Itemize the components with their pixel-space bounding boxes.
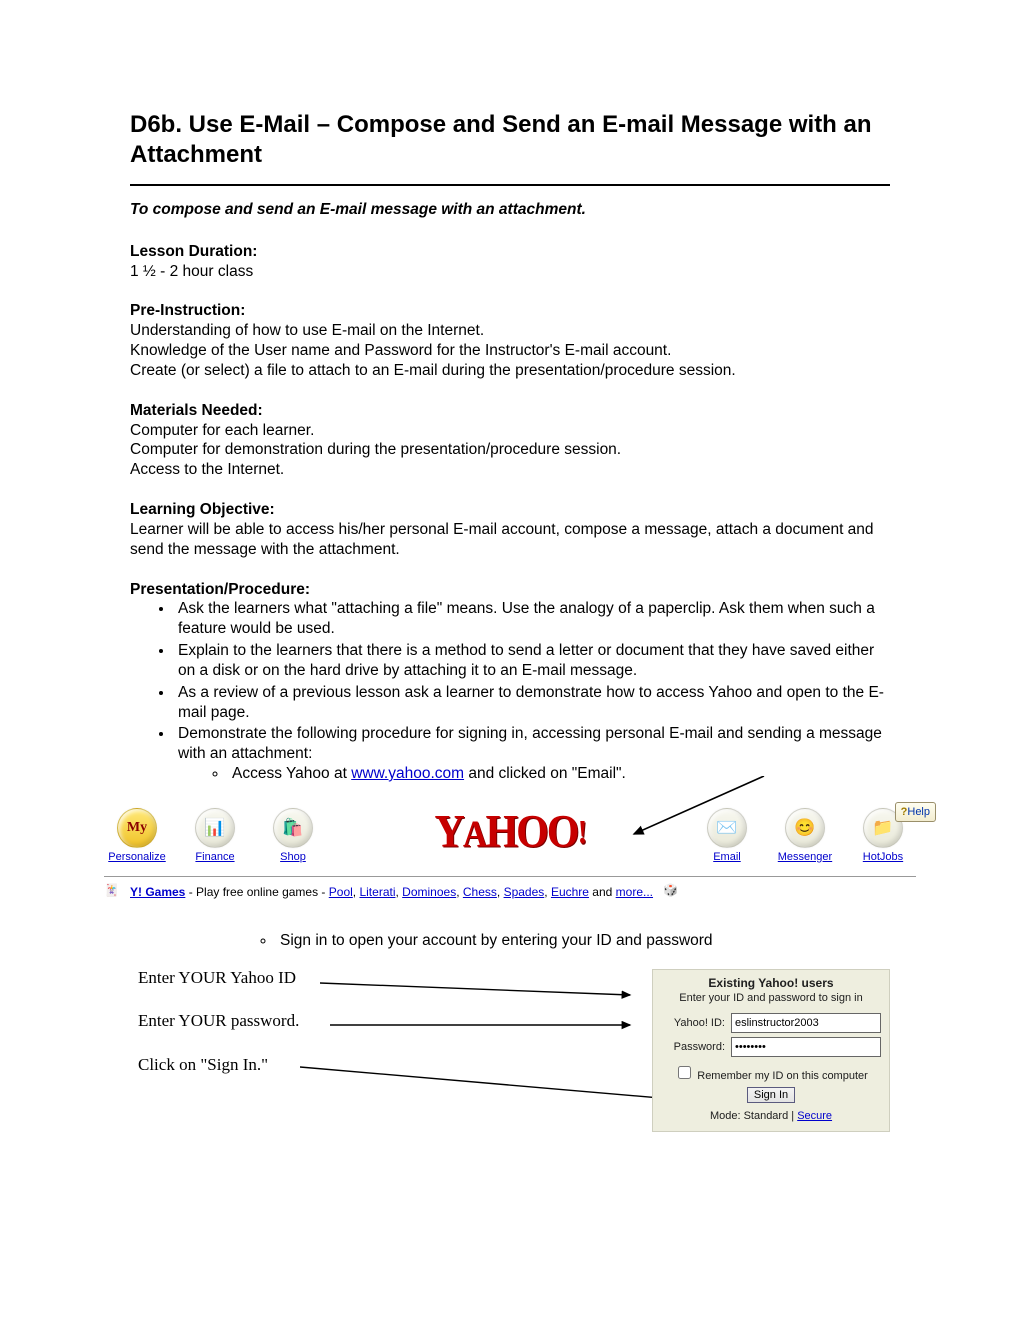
game-link[interactable]: Euchre <box>551 885 589 899</box>
title-rule <box>130 184 890 186</box>
remember-label: Remember my ID on this computer <box>694 1070 868 1082</box>
procedure-item: Demonstrate the following procedure for … <box>174 724 890 783</box>
mode-secure-link[interactable]: Secure <box>797 1110 832 1122</box>
game-link[interactable]: Dominoes <box>402 885 456 899</box>
help-label: Help <box>907 806 930 818</box>
toolbar-label: Personalize <box>108 850 165 864</box>
yahoo-id-input[interactable] <box>731 1013 881 1033</box>
preinstruction-line: Understanding of how to use E-mail on th… <box>130 321 890 341</box>
personalize-icon: My <box>117 808 157 848</box>
procedure-subitem: Access Yahoo at www.yahoo.com and clicke… <box>228 764 890 784</box>
finance-icon: 📊 <box>195 808 235 848</box>
toolbar-item-shop[interactable]: 🛍️ Shop <box>260 808 326 864</box>
toolbar-label: Messenger <box>778 850 832 864</box>
procedure-heading: Presentation/Procedure: <box>130 580 890 600</box>
materials-heading: Materials Needed: <box>130 401 890 421</box>
procedure-item: Explain to the learners that there is a … <box>174 641 890 681</box>
games-trailing-icon: 🎲 <box>663 883 683 903</box>
materials-line: Computer for demonstration during the pr… <box>130 440 890 460</box>
toolbar-label: HotJobs <box>863 850 903 864</box>
procedure-item: As a review of a previous lesson ask a l… <box>174 683 890 723</box>
toolbar-item-finance[interactable]: 📊 Finance <box>182 808 248 864</box>
sub-access-pre: Access Yahoo at <box>232 765 351 782</box>
toolbar-label: Shop <box>280 850 306 864</box>
yahoo-logo: YAHOO! <box>435 805 586 859</box>
materials-line: Access to the Internet. <box>130 460 890 480</box>
game-link[interactable]: Literati <box>359 885 395 899</box>
sub-access-post: and clicked on "Email". <box>464 765 626 782</box>
games-more-link[interactable]: more... <box>616 885 653 899</box>
mode-lead: Mode: Standard | <box>710 1110 797 1122</box>
email-icon: ✉️ <box>707 808 747 848</box>
remember-checkbox[interactable] <box>678 1066 691 1079</box>
yahoo-id-label: Yahoo! ID: <box>661 1016 731 1030</box>
messenger-icon: 😊 <box>785 808 825 848</box>
preinstruction-line: Knowledge of the User name and Password … <box>130 341 890 361</box>
password-label: Password: <box>661 1040 731 1054</box>
game-link[interactable]: Pool <box>329 885 353 899</box>
intro-line: To compose and send an E-mail message wi… <box>130 200 890 220</box>
objective-heading: Learning Objective: <box>130 500 890 520</box>
toolbar-item-email[interactable]: ✉️ Email <box>694 808 760 864</box>
shop-icon: 🛍️ <box>273 808 313 848</box>
page-title: D6b. Use E-Mail – Compose and Send an E-… <box>130 110 890 170</box>
procedure-item-text: Demonstrate the following procedure for … <box>178 725 882 762</box>
game-link[interactable]: Spades <box>504 885 545 899</box>
preinstruction-line: Create (or select) a file to attach to a… <box>130 361 890 381</box>
toolbar-item-messenger[interactable]: 😊 Messenger <box>772 808 838 864</box>
games-mid-text: - Play free online games - <box>185 885 328 899</box>
duration-heading: Lesson Duration: <box>130 242 890 262</box>
games-and-text: and <box>589 885 616 899</box>
signin-panel: Existing Yahoo! users Enter your ID and … <box>652 969 890 1133</box>
toolbar-label: Finance <box>195 850 234 864</box>
duration-value: 1 ½ - 2 hour class <box>130 262 890 282</box>
games-icon: 🃏 <box>104 883 124 903</box>
signin-title: Existing Yahoo! users <box>661 976 881 991</box>
password-input[interactable] <box>731 1037 881 1057</box>
toolbar-item-personalize[interactable]: My Personalize <box>104 808 170 864</box>
procedure-subitem-signin: Sign in to open your account by entering… <box>276 931 890 951</box>
game-link[interactable]: Chess <box>463 885 497 899</box>
games-promo-line: 🃏 Y! Games - Play free online games - Po… <box>104 883 916 903</box>
yahoo-toolbar: ?Help My Personalize 📊 Finance 🛍️ Shop Y… <box>104 808 916 877</box>
preinstruction-heading: Pre-Instruction: <box>130 301 890 321</box>
games-lead-link[interactable]: Y! Games <box>130 885 185 899</box>
procedure-item: Ask the learners what "attaching a file"… <box>174 599 890 639</box>
objective-text: Learner will be able to access his/her p… <box>130 520 890 560</box>
signin-button[interactable]: Sign In <box>747 1087 795 1103</box>
yahoo-url-link[interactable]: www.yahoo.com <box>351 765 464 782</box>
help-button[interactable]: ?Help <box>895 802 936 822</box>
materials-line: Computer for each learner. <box>130 421 890 441</box>
toolbar-label: Email <box>713 850 741 864</box>
signin-subtitle: Enter your ID and password to sign in <box>661 991 881 1005</box>
